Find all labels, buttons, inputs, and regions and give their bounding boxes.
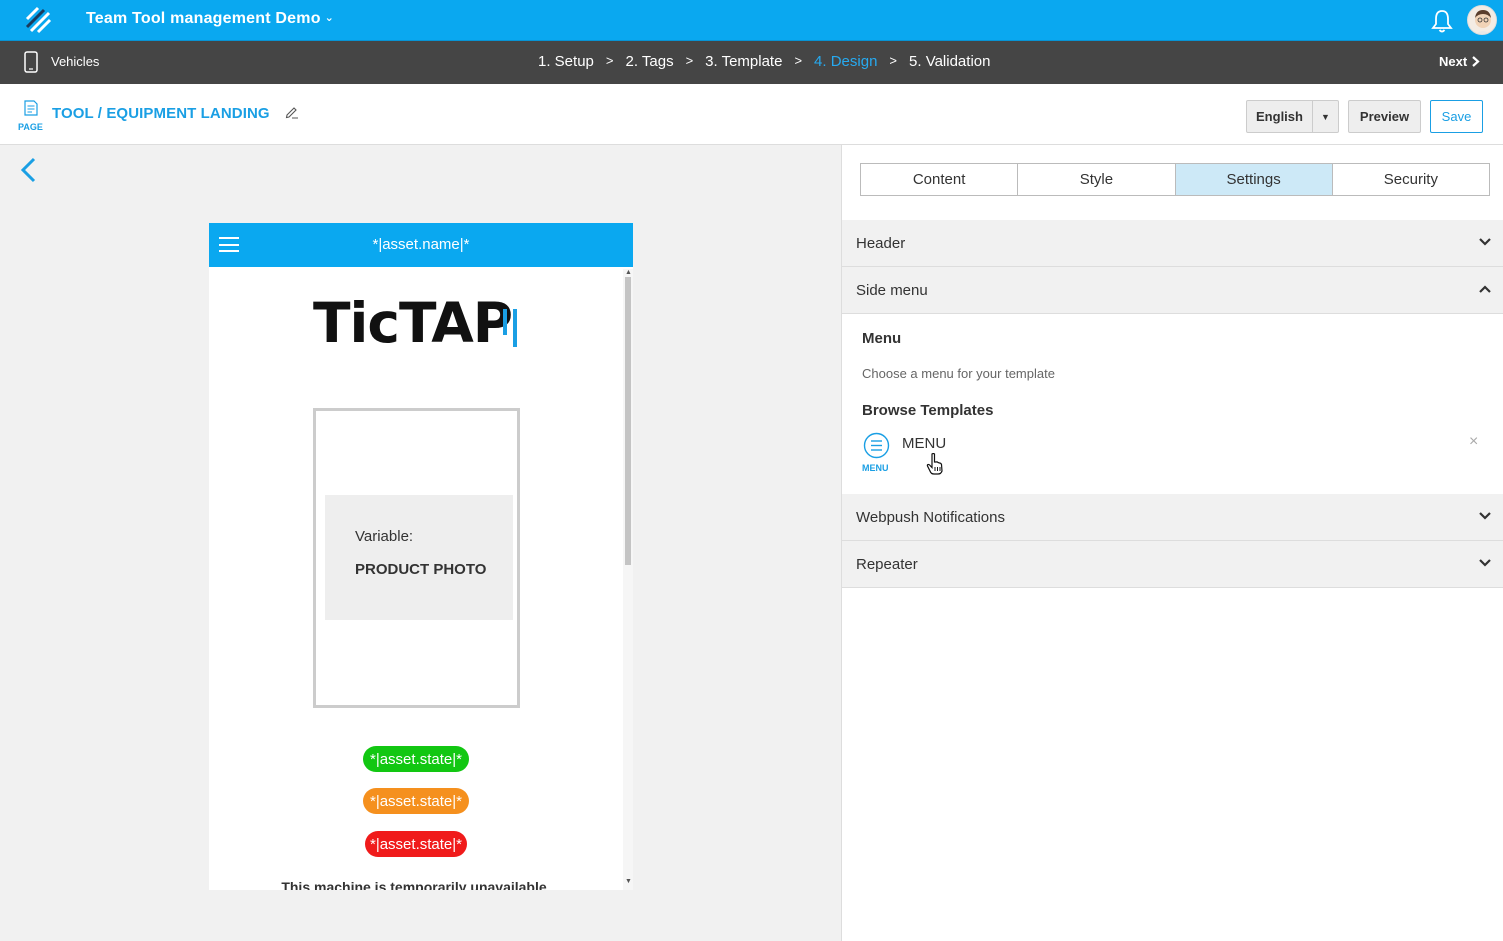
- caret-down-icon: ▼: [1321, 111, 1330, 122]
- accordion-side-menu[interactable]: Side menu: [842, 267, 1503, 314]
- availability-text: This machine is temporarily unavailable: [281, 879, 547, 890]
- variable-name: PRODUCT PHOTO: [355, 561, 487, 578]
- accordion-side-menu-label: Side menu: [856, 282, 928, 299]
- steps-bar: Vehicles 1. Setup > 2. Tags > 3. Templat…: [0, 41, 1503, 84]
- product-photo-placeholder[interactable]: Variable: PRODUCT PHOTO: [313, 408, 520, 708]
- hand-cursor-icon: [926, 453, 943, 475]
- panel-tabs: Content Style Settings Security: [860, 163, 1490, 196]
- page-header: PAGE TOOL / EQUIPMENT LANDING English ▼ …: [0, 84, 1503, 145]
- app-logo-icon[interactable]: [24, 5, 52, 35]
- step-separator: >: [889, 53, 898, 68]
- accordion-repeater[interactable]: Repeater: [842, 541, 1503, 588]
- tab-security[interactable]: Security: [1332, 164, 1489, 195]
- settings-panel: Content Style Settings Security Header S…: [842, 145, 1503, 941]
- step-separator: >: [794, 53, 803, 68]
- language-dropdown-button[interactable]: ▼: [1312, 100, 1339, 133]
- step-tags[interactable]: 2. Tags: [625, 53, 673, 70]
- page-title: TOOL / EQUIPMENT LANDING: [52, 105, 270, 122]
- scroll-up-icon[interactable]: ▲: [625, 269, 632, 276]
- wizard-steps: 1. Setup > 2. Tags > 3. Template > 4. De…: [538, 53, 990, 70]
- template-preview[interactable]: *|asset.name|* ▲ ▼ TicTAP Variable: PROD…: [209, 223, 633, 890]
- state-badge-green: *|asset.state|*: [363, 746, 469, 772]
- tab-settings[interactable]: Settings: [1175, 164, 1333, 195]
- remove-menu-icon[interactable]: ×: [1469, 433, 1478, 451]
- step-separator: >: [605, 53, 614, 68]
- next-label: Next: [1439, 54, 1468, 69]
- accordion-header-label: Header: [856, 235, 906, 252]
- edit-title-icon[interactable]: [285, 105, 299, 119]
- step-template[interactable]: 3. Template: [705, 53, 782, 70]
- chevron-up-icon: [1479, 285, 1491, 293]
- page-type-label: PAGE: [18, 122, 43, 132]
- brand-logo-bars-icon: [503, 309, 517, 347]
- next-button[interactable]: Next: [1439, 54, 1480, 69]
- section-link-vehicles[interactable]: Vehicles: [51, 54, 99, 69]
- brand-logo-text: TicTAP: [313, 291, 513, 355]
- phone-icon: [24, 51, 38, 73]
- step-separator: >: [685, 53, 694, 68]
- user-avatar[interactable]: [1467, 5, 1497, 35]
- project-selector[interactable]: Team Tool management Demo ⌄: [86, 10, 334, 28]
- step-design[interactable]: 4. Design: [814, 53, 877, 70]
- top-bar: Team Tool management Demo ⌄: [0, 0, 1503, 41]
- browse-templates-link[interactable]: Browse Templates: [862, 402, 993, 419]
- step-validation[interactable]: 5. Validation: [909, 53, 990, 70]
- accordion-repeater-label: Repeater: [856, 556, 918, 573]
- accordion-header[interactable]: Header: [842, 220, 1503, 267]
- accordion-webpush-label: Webpush Notifications: [856, 509, 1005, 526]
- step-setup[interactable]: 1. Setup: [538, 53, 594, 70]
- selected-menu-name[interactable]: MENU: [902, 435, 946, 452]
- project-title: Team Tool management Demo: [86, 10, 321, 27]
- preview-scroll-thumb[interactable]: [625, 277, 631, 565]
- notification-bell-icon[interactable]: [1430, 8, 1454, 34]
- menu-title: Menu: [862, 330, 902, 347]
- tab-content[interactable]: Content: [861, 164, 1019, 195]
- state-badge-red: *|asset.state|*: [365, 831, 467, 857]
- menu-description: Choose a menu for your template: [862, 366, 1055, 381]
- chevron-down-icon: [1479, 559, 1491, 567]
- language-button[interactable]: English: [1246, 100, 1313, 133]
- accordion-webpush[interactable]: Webpush Notifications: [842, 494, 1503, 541]
- preview-header: *|asset.name|*: [209, 223, 633, 267]
- avatar-image-icon: [1475, 10, 1491, 34]
- chevron-right-icon: [1472, 56, 1480, 67]
- variable-label: Variable:: [355, 528, 414, 545]
- menu-list-icon[interactable]: [863, 432, 890, 459]
- menu-icon-label: MENU: [862, 463, 889, 473]
- preview-button[interactable]: Preview: [1348, 100, 1421, 133]
- photo-variable-box: Variable: PRODUCT PHOTO: [325, 495, 513, 620]
- chevron-down-icon: ⌄: [324, 12, 335, 24]
- scroll-down-icon[interactable]: ▼: [625, 878, 632, 885]
- tab-style[interactable]: Style: [1018, 164, 1176, 195]
- save-button[interactable]: Save: [1430, 100, 1483, 133]
- chevron-down-icon: [1479, 238, 1491, 246]
- page-icon: [24, 100, 38, 116]
- chevron-down-icon: [1479, 512, 1491, 520]
- back-arrow-icon[interactable]: [20, 157, 38, 183]
- state-badge-orange: *|asset.state|*: [363, 788, 469, 814]
- preview-header-title: *|asset.name|*: [372, 236, 470, 253]
